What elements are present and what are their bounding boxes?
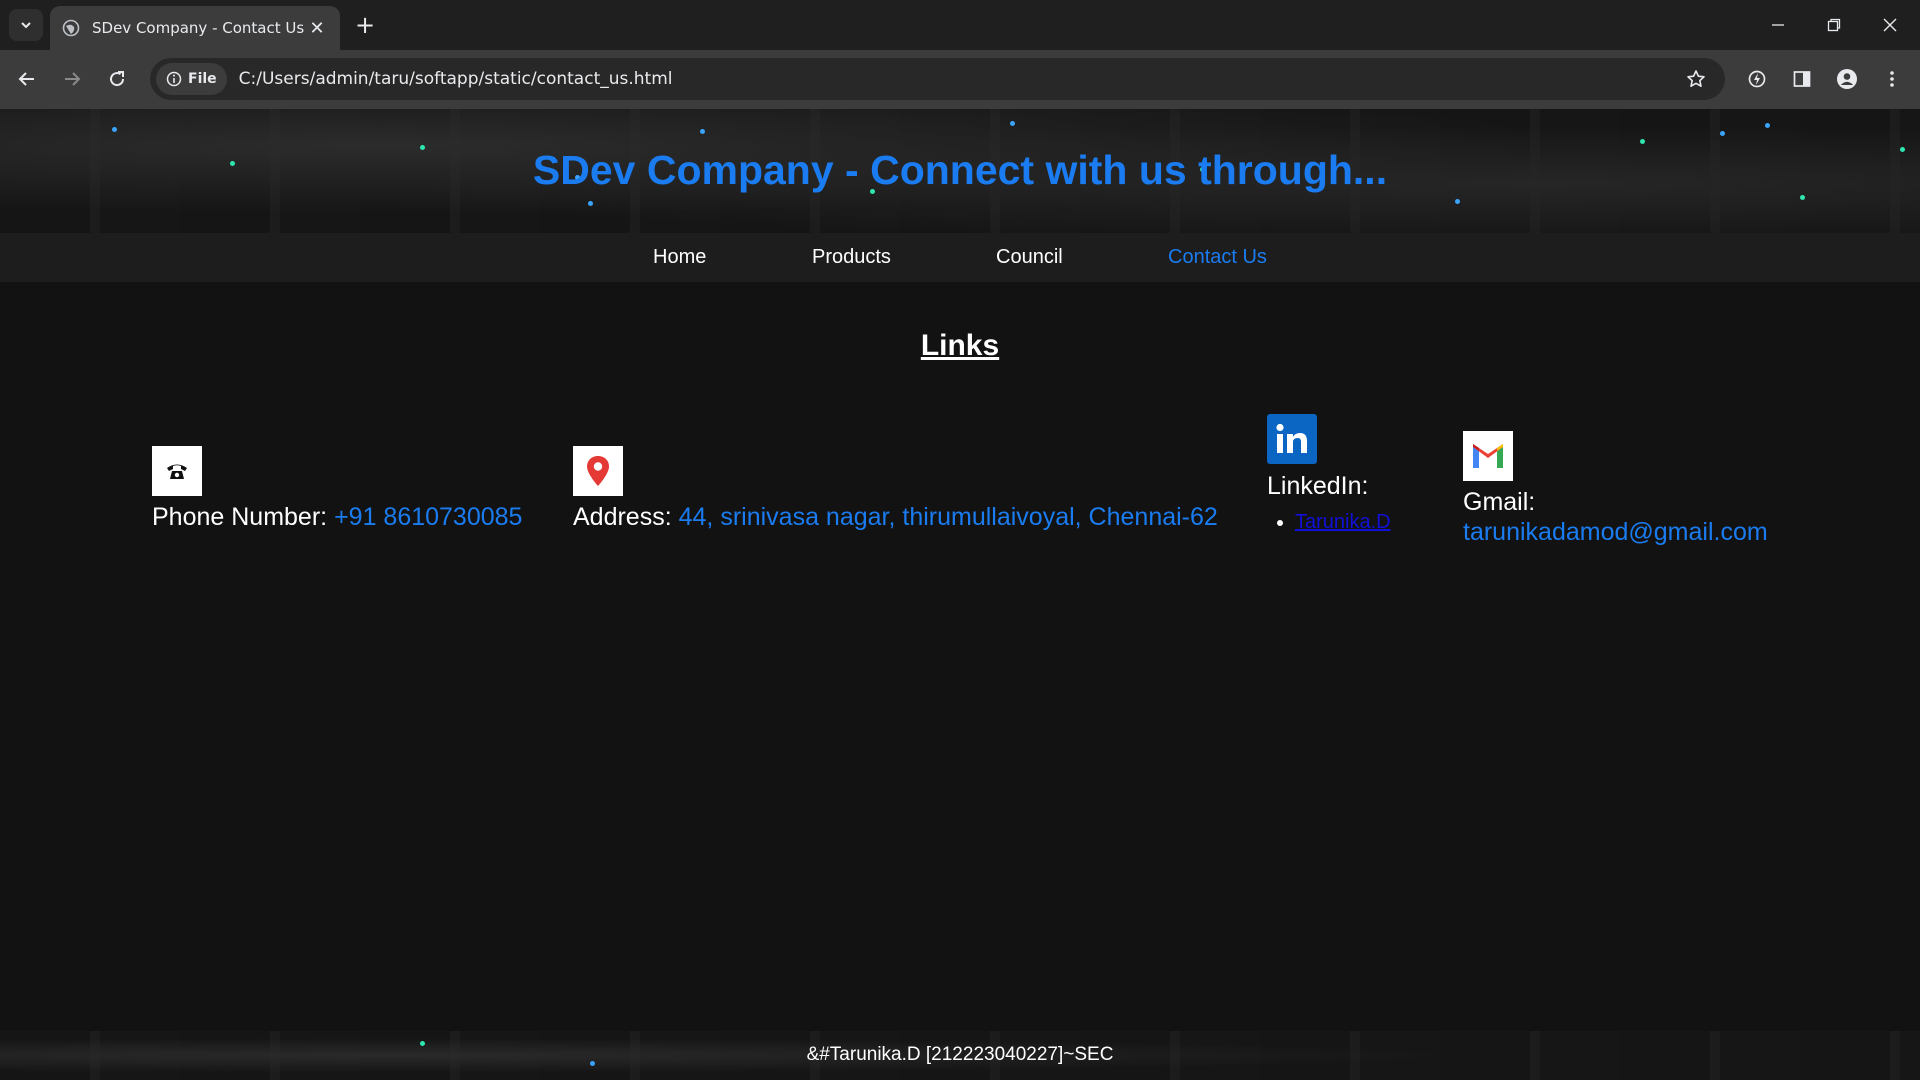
info-icon — [166, 71, 182, 87]
location-pin-icon — [573, 446, 623, 496]
tab-title: SDev Company - Contact Us — [92, 19, 305, 37]
profile-button[interactable] — [1830, 62, 1864, 96]
decor-dot — [588, 201, 593, 206]
decor-dot — [1720, 131, 1725, 136]
list-item: Tarunika.D — [1295, 511, 1391, 534]
extensions-button[interactable] — [1740, 62, 1774, 96]
decor-dot — [1010, 121, 1015, 126]
page-viewport: SDev Company - Connect with us through..… — [0, 109, 1920, 1080]
address-value: 44, srinivasa nagar, thirumullaivoyal, C… — [678, 503, 1218, 531]
forward-button[interactable] — [55, 62, 89, 96]
arrow-right-icon — [65, 72, 81, 86]
address-card: Address: 44, srinivasa nagar, thirumulla… — [573, 446, 1218, 532]
globe-icon — [62, 19, 80, 37]
decor-dot — [112, 127, 117, 132]
gmail-card: Gmail: tarunikadamod@gmail.com — [1463, 431, 1768, 547]
reload-button[interactable] — [100, 62, 134, 96]
more-vert-icon — [1890, 71, 1894, 87]
reload-icon — [110, 71, 125, 87]
site-info-chip[interactable]: File — [156, 63, 227, 95]
address-bar[interactable]: File C:/Users/admin/taru/softapp/static/… — [150, 58, 1725, 100]
back-button[interactable] — [10, 62, 44, 96]
main-navbar: Home Products Council Contact Us — [0, 233, 1920, 282]
side-panel-button[interactable] — [1785, 62, 1819, 96]
bookmark-star-button[interactable] — [1681, 64, 1711, 94]
extension-icon — [1748, 70, 1766, 88]
phone-value[interactable]: +91 8610730085 — [334, 503, 522, 531]
decor-dot — [1765, 123, 1770, 128]
chevron-down-icon — [21, 22, 31, 29]
star-icon — [1687, 70, 1705, 87]
gmail-label: Gmail: — [1463, 488, 1536, 516]
tab-search-button[interactable] — [9, 9, 43, 41]
browser-toolbar: File C:/Users/admin/taru/softapp/static/… — [0, 50, 1920, 109]
hero-banner: SDev Company - Connect with us through..… — [0, 109, 1920, 233]
browser-menu-button[interactable] — [1875, 62, 1909, 96]
close-window-button[interactable] — [1862, 0, 1918, 50]
close-tab-icon[interactable]: ✕ — [306, 17, 328, 39]
telephone-icon — [152, 446, 202, 496]
restore-button[interactable] — [1806, 0, 1862, 50]
page-footer: &#Tarunika.D [212223040227]~SEC — [0, 1031, 1920, 1080]
decor-dot — [1800, 195, 1805, 200]
decor-dot — [1455, 199, 1460, 204]
browser-tab-active[interactable]: SDev Company - Contact Us ✕ — [50, 6, 340, 50]
new-tab-button[interactable]: + — [350, 10, 380, 40]
nav-council-link[interactable]: Council — [996, 246, 1063, 269]
browser-tabstrip: SDev Company - Contact Us ✕ + — [0, 0, 1920, 50]
side-panel-icon — [1793, 71, 1811, 87]
decor-dot — [700, 129, 705, 134]
gmail-icon — [1463, 431, 1513, 481]
linkedin-card: LinkedIn: Tarunika.D — [1267, 414, 1391, 534]
close-icon — [1883, 18, 1897, 32]
nav-products-link[interactable]: Products — [812, 246, 891, 269]
phone-card: Phone Number: +91 8610730085 — [152, 446, 522, 532]
nav-home-link[interactable]: Home — [653, 246, 706, 269]
address-line: Address: 44, srinivasa nagar, thirumulla… — [573, 503, 1218, 532]
url-text: C:/Users/admin/taru/softapp/static/conta… — [238, 69, 673, 89]
address-label: Address: — [573, 503, 672, 531]
minimize-button[interactable] — [1750, 0, 1806, 50]
linkedin-list: Tarunika.D — [1295, 511, 1391, 534]
arrow-left-icon — [18, 72, 34, 86]
page-title: SDev Company - Connect with us through..… — [532, 147, 1388, 193]
links-heading: Links — [920, 329, 1000, 362]
gmail-value[interactable]: tarunikadamod@gmail.com — [1463, 518, 1768, 547]
footer-text: &#Tarunika.D [212223040227]~SEC — [806, 1044, 1114, 1065]
profile-icon — [1837, 69, 1857, 89]
phone-line: Phone Number: +91 8610730085 — [152, 503, 522, 532]
nav-contact-us-link[interactable]: Contact Us — [1168, 246, 1267, 269]
linkedin-profile-link[interactable]: Tarunika.D — [1295, 511, 1391, 533]
file-chip-label: File — [188, 71, 217, 87]
linkedin-label: LinkedIn: — [1267, 472, 1369, 500]
minimize-icon — [1772, 24, 1784, 26]
linkedin-icon — [1267, 414, 1317, 464]
decor-dot — [1640, 139, 1645, 144]
phone-label: Phone Number: — [152, 503, 328, 531]
restore-icon — [1827, 18, 1841, 32]
